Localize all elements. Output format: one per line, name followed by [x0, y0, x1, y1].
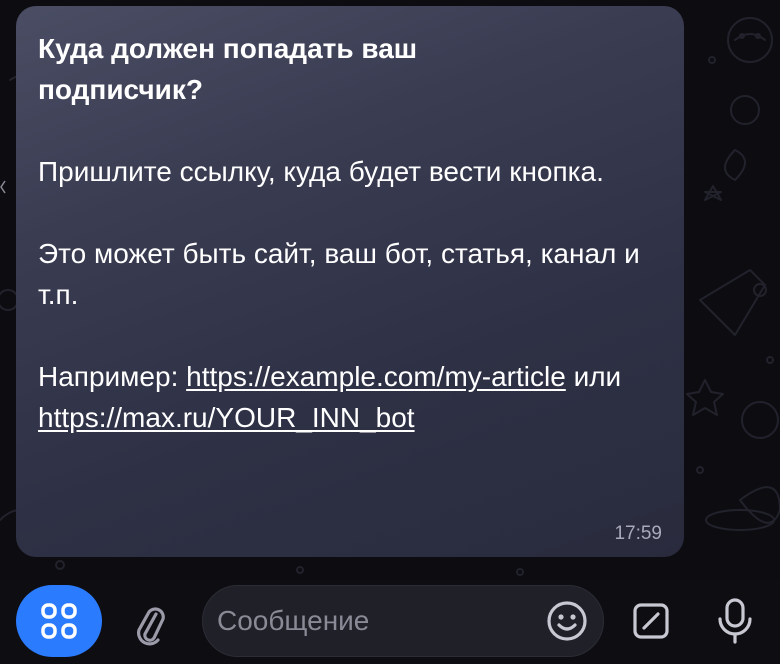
sticker-button[interactable] [628, 598, 674, 644]
microphone-icon [718, 598, 752, 644]
message-timestamp: 17:59 [614, 523, 662, 544]
message-paragraph: Пришлите ссылку, куда будет вести кнопка… [38, 156, 604, 187]
message-paragraph-examples: Например: https://example.com/my-article… [38, 356, 662, 438]
incoming-message-bubble[interactable]: Куда должен попадать ваш подписчик? Приш… [16, 6, 684, 557]
message-paragraph: Это может быть сайт, ваш бот, статья, ка… [38, 238, 640, 310]
emoji-button[interactable] [544, 598, 590, 644]
sticker-icon [633, 603, 669, 639]
examples-separator: или [565, 361, 622, 392]
message-input[interactable] [215, 604, 539, 638]
example-link-1[interactable]: https://example.com/my-article [186, 361, 566, 392]
example-link-2[interactable]: https://max.ru/YOUR_INN_bot [38, 402, 415, 433]
examples-prefix: Например: [38, 361, 187, 392]
paperclip-icon [137, 607, 165, 646]
chat-area[interactable]: Куда должен попадать ваш подписчик? Приш… [0, 0, 780, 580]
smiley-icon [547, 601, 587, 641]
apps-button[interactable] [16, 585, 102, 657]
chat-screen: Куда должен попадать ваш подписчик? Приш… [0, 0, 780, 664]
message-input-bar [0, 580, 780, 664]
voice-message-button[interactable] [712, 596, 758, 646]
attach-button[interactable] [128, 602, 174, 648]
apps-grid-icon [41, 603, 77, 639]
chevron-left-icon [0, 180, 6, 194]
message-title: Куда должен попадать ваш подписчик? [38, 33, 418, 105]
